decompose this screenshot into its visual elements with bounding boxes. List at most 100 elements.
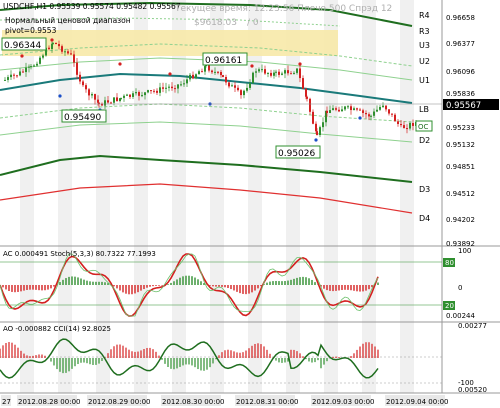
current-price-tag: 0.95567 xyxy=(443,99,499,111)
candle-body xyxy=(347,106,349,108)
candle-body xyxy=(376,109,378,112)
candle-body xyxy=(174,88,176,90)
balance-text: $9618.03 xyxy=(194,18,237,28)
candle-body xyxy=(240,90,242,96)
candle-body xyxy=(61,46,63,52)
candle-body xyxy=(98,102,100,104)
candle-body xyxy=(290,73,292,75)
candle-body xyxy=(88,89,90,96)
level-label: R3 xyxy=(419,27,430,36)
candle-body xyxy=(217,71,219,73)
candle-body xyxy=(153,90,155,92)
candle-body xyxy=(362,110,364,114)
candle-body xyxy=(403,125,405,129)
candle-body xyxy=(394,114,396,122)
current-price-text: 0.95567 xyxy=(446,101,481,111)
candle-body xyxy=(30,66,32,68)
candle-body xyxy=(141,95,143,97)
stoch-axis-tick: 0 xyxy=(458,284,462,292)
level-label: R4 xyxy=(419,11,430,20)
candle-body xyxy=(312,111,314,124)
candle-body xyxy=(329,110,331,113)
level-label: D4 xyxy=(419,214,430,223)
price-axis-tick: 0.96377 xyxy=(446,40,475,48)
candle-body xyxy=(91,94,93,96)
level-label: D2 xyxy=(419,136,430,145)
candle-body xyxy=(138,92,140,96)
candle-body xyxy=(306,96,308,99)
candle-body xyxy=(123,95,125,98)
fractal-down-marker xyxy=(358,116,362,120)
candle-body xyxy=(36,63,38,66)
time-axis-label: 2012.09.04 00:00 xyxy=(386,398,448,406)
candle-body xyxy=(278,71,280,75)
info-line: Текущее время: 12:23:56 Плечо 500 Спрэд … xyxy=(174,4,392,14)
candle-body xyxy=(211,70,213,73)
candle-body xyxy=(231,85,233,87)
stoch-axis-tick: 100 xyxy=(458,247,471,255)
candle-body xyxy=(214,71,216,73)
candle-body xyxy=(189,74,191,80)
candle-body xyxy=(107,100,109,103)
candle-body xyxy=(225,76,227,83)
candle-body xyxy=(42,55,44,58)
time-axis-label: 2012.08.28 00:00 xyxy=(18,398,80,406)
level-label: U3 xyxy=(419,41,430,50)
level-label: LB xyxy=(419,105,429,114)
candle-body xyxy=(344,106,346,110)
candle-body xyxy=(28,66,30,68)
candle-body xyxy=(391,113,393,115)
candle-body xyxy=(67,51,69,54)
fractal-down-marker xyxy=(58,94,62,98)
callout-high2-text: 0.96161 xyxy=(205,56,242,66)
candle-body xyxy=(201,71,203,73)
candle-body xyxy=(388,109,390,114)
price-axis-tick: 0.94202 xyxy=(446,216,475,224)
candle-body xyxy=(284,70,286,74)
candle-body xyxy=(270,72,272,76)
stoch-label: AC 0.000491 Stoch(5,3,3) 80.7322 77.1993 xyxy=(3,250,156,258)
candle-body xyxy=(385,105,387,110)
candle-body xyxy=(82,81,84,86)
cci-axis-tick: 0.00520 xyxy=(458,386,487,394)
time-axis-label: 27 xyxy=(2,398,11,406)
candle-body xyxy=(368,114,370,117)
candle-body xyxy=(198,71,200,75)
pivot-label: pivot=0.9553 xyxy=(5,26,57,35)
candle-body xyxy=(335,108,337,110)
candle-body xyxy=(183,83,185,85)
candle-body xyxy=(305,88,307,97)
candle-body xyxy=(195,74,197,79)
candle-body xyxy=(365,113,367,115)
oc-badge: OC xyxy=(415,120,433,132)
candle-body xyxy=(350,106,352,111)
level-label: U2 xyxy=(419,57,430,66)
candle-body xyxy=(332,108,334,111)
candle-body xyxy=(70,53,72,55)
stoch-axis-tick: 0.00244 xyxy=(446,312,475,320)
candle-body xyxy=(150,90,152,92)
callout-low2-text: 0.95026 xyxy=(278,149,315,159)
candle-body xyxy=(319,127,321,136)
candle-body xyxy=(370,115,372,117)
cci-axis-tick: 0.00277 xyxy=(458,322,487,330)
candle-body xyxy=(302,78,304,89)
trading-chart: R4R3U3U2U1LBD1D2D3D4 0.966580.963770.960… xyxy=(0,0,500,408)
candle-body xyxy=(316,131,318,136)
candle-body xyxy=(220,71,222,76)
candle-body xyxy=(281,73,283,75)
fractal-up-marker xyxy=(168,72,172,76)
candle-body xyxy=(25,67,27,73)
candle-body xyxy=(249,83,251,88)
candle-body xyxy=(159,87,161,93)
candle-body xyxy=(243,90,245,96)
price-axis-tick: 0.96658 xyxy=(446,14,475,22)
candle-body xyxy=(85,85,87,90)
session-stripe xyxy=(400,0,414,393)
candle-body xyxy=(275,71,277,73)
time-axis-label: 2012.08.30 00:00 xyxy=(162,398,224,406)
candle-body xyxy=(110,102,112,104)
session-stripe xyxy=(96,0,110,393)
candle-body xyxy=(94,94,96,100)
candle-body xyxy=(412,122,414,126)
